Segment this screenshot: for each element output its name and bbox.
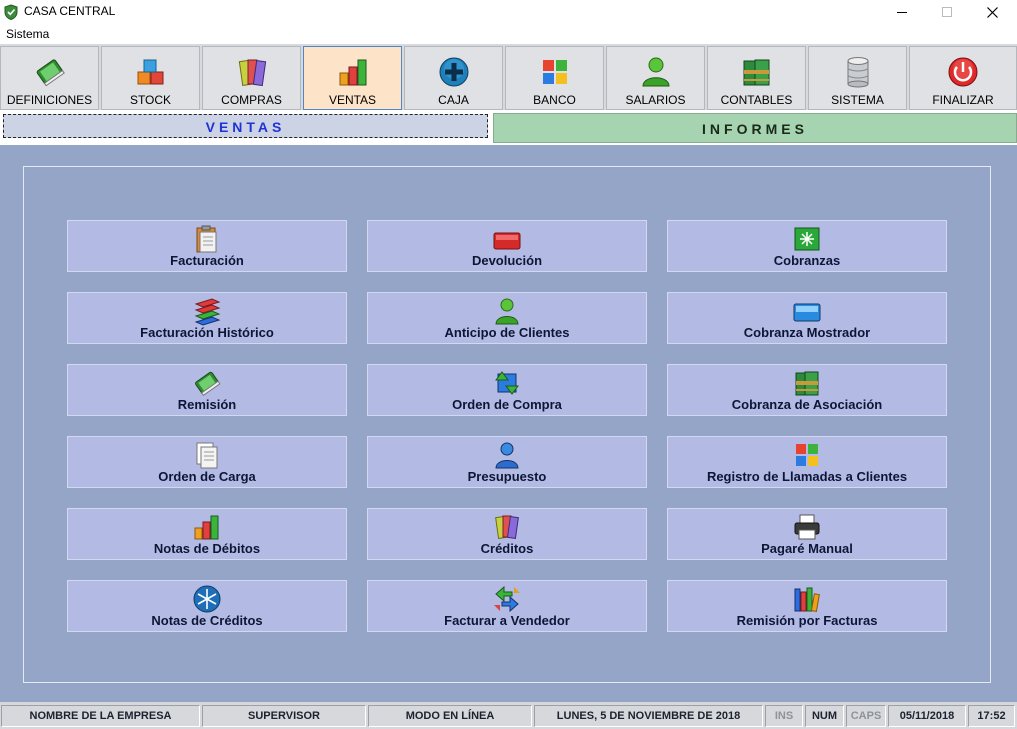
plus-circle-icon	[439, 57, 468, 87]
menu-bar: Sistema	[0, 24, 1017, 44]
pagare-manual-button[interactable]: Pagaré Manual	[667, 508, 947, 560]
stacked-layers-icon	[194, 298, 221, 326]
orden-de-carga-button[interactable]: Orden de Carga	[67, 436, 347, 488]
minimize-icon	[897, 12, 907, 13]
tab-informes[interactable]: INFORMES	[493, 113, 1017, 143]
green-star-icon	[794, 227, 820, 251]
orden-de-compra-button[interactable]: Orden de Compra	[367, 364, 647, 416]
creditos-button[interactable]: Créditos	[367, 508, 647, 560]
power-icon	[948, 57, 978, 87]
windows-flag-icon	[542, 60, 567, 84]
ledger-books-icon	[795, 371, 819, 396]
maximize-icon	[942, 7, 952, 17]
main-toolbar: DEFINICIONES STOCK COMPRAS VENTAS CAJA B…	[0, 44, 1017, 110]
user-icon	[641, 57, 670, 87]
binders-icon	[238, 59, 266, 87]
app-window: CASA CENTRAL Sistema DEFINICIONES STOCK	[0, 0, 1017, 729]
database-icon	[847, 57, 868, 88]
status-bar: NOMBRE DE LA EMPRESA SUPERVISOR MODO EN …	[0, 702, 1017, 729]
status-date: 05/11/2018	[888, 705, 966, 727]
registro-de-llamadas-button[interactable]: Registro de Llamadas a Clientes	[667, 436, 947, 488]
status-date-long: LUNES, 5 DE NOVIEMBRE DE 2018	[534, 705, 763, 727]
red-card-icon	[493, 232, 521, 250]
devolucion-button[interactable]: Devolución	[367, 220, 647, 272]
toolbar-compras-button[interactable]: COMPRAS	[202, 46, 301, 110]
cubes-icon	[137, 59, 163, 85]
binders-icon	[495, 515, 519, 540]
status-mode: MODO EN LÍNEA	[368, 705, 532, 727]
toolbar-banco-button[interactable]: BANCO	[505, 46, 604, 110]
maximize-button[interactable]	[924, 0, 970, 24]
user-blue-icon	[495, 442, 519, 469]
remision-button[interactable]: Remisión	[67, 364, 347, 416]
cobranzas-button[interactable]: Cobranzas	[667, 220, 947, 272]
toolbar-definiciones-button[interactable]: DEFINICIONES	[0, 46, 99, 110]
bar-chart-icon	[339, 59, 366, 86]
toolbar-sistema-button[interactable]: SISTEMA	[808, 46, 907, 110]
presupuesto-button[interactable]: Presupuesto	[367, 436, 647, 488]
printer-icon	[794, 514, 820, 540]
title-bar: CASA CENTRAL	[0, 0, 1017, 24]
toolbar-ventas-button[interactable]: VENTAS	[303, 46, 402, 110]
notas-de-debitos-button[interactable]: Notas de Débitos	[67, 508, 347, 560]
bar-chart-icon	[194, 515, 219, 540]
notas-de-creditos-button[interactable]: Notas de Créditos	[67, 580, 347, 632]
status-caps: CAPS	[846, 705, 886, 727]
book-icon	[36, 59, 65, 87]
anticipo-de-clientes-button[interactable]: Anticipo de Clientes	[367, 292, 647, 344]
recycle-arrows-icon	[494, 585, 520, 613]
user-green-icon	[495, 298, 519, 325]
snowflake-icon	[193, 585, 221, 613]
section-tabs: VENTAS INFORMES	[0, 110, 1017, 145]
book-icon	[195, 371, 221, 396]
menu-sistema[interactable]: Sistema	[6, 27, 49, 41]
facturacion-button[interactable]: Facturación	[67, 220, 347, 272]
facturar-a-vendedor-button[interactable]: Facturar a Vendedor	[367, 580, 647, 632]
cobranza-de-asociacion-button[interactable]: Cobranza de Asociación	[667, 364, 947, 416]
windows-flag-icon	[796, 444, 818, 466]
blue-card-icon	[793, 303, 821, 322]
tab-ventas[interactable]: VENTAS	[3, 114, 488, 138]
ledger-books-icon	[743, 59, 769, 86]
facturacion-historico-button[interactable]: Facturación Histórico	[67, 292, 347, 344]
cobranza-mostrador-button[interactable]: Cobranza Mostrador	[667, 292, 947, 344]
minimize-button[interactable]	[879, 0, 925, 24]
books-icon	[794, 587, 820, 612]
sync-arrows-icon	[495, 371, 519, 395]
status-time: 17:52	[968, 705, 1015, 727]
clipboard-icon	[196, 225, 217, 253]
close-icon	[986, 6, 998, 18]
window-title: CASA CENTRAL	[24, 4, 116, 18]
remision-por-facturas-button[interactable]: Remisión por Facturas	[667, 580, 947, 632]
toolbar-salarios-button[interactable]: SALARIOS	[606, 46, 705, 110]
toolbar-finalizar-button[interactable]: FINALIZAR	[909, 46, 1017, 110]
toolbar-contables-button[interactable]: CONTABLES	[707, 46, 806, 110]
status-num: NUM	[805, 705, 844, 727]
toolbar-stock-button[interactable]: STOCK	[101, 46, 200, 110]
close-button[interactable]	[969, 0, 1015, 24]
main-area: Facturación Devolución Cobranzas Factura…	[0, 145, 1017, 702]
functions-panel: Facturación Devolución Cobranzas Factura…	[23, 166, 991, 683]
toolbar-caja-button[interactable]: CAJA	[404, 46, 503, 110]
status-user: SUPERVISOR	[202, 705, 366, 727]
shield-icon	[4, 4, 18, 20]
status-ins: INS	[765, 705, 803, 727]
status-company: NOMBRE DE LA EMPRESA	[1, 705, 200, 727]
documents-icon	[196, 442, 218, 469]
